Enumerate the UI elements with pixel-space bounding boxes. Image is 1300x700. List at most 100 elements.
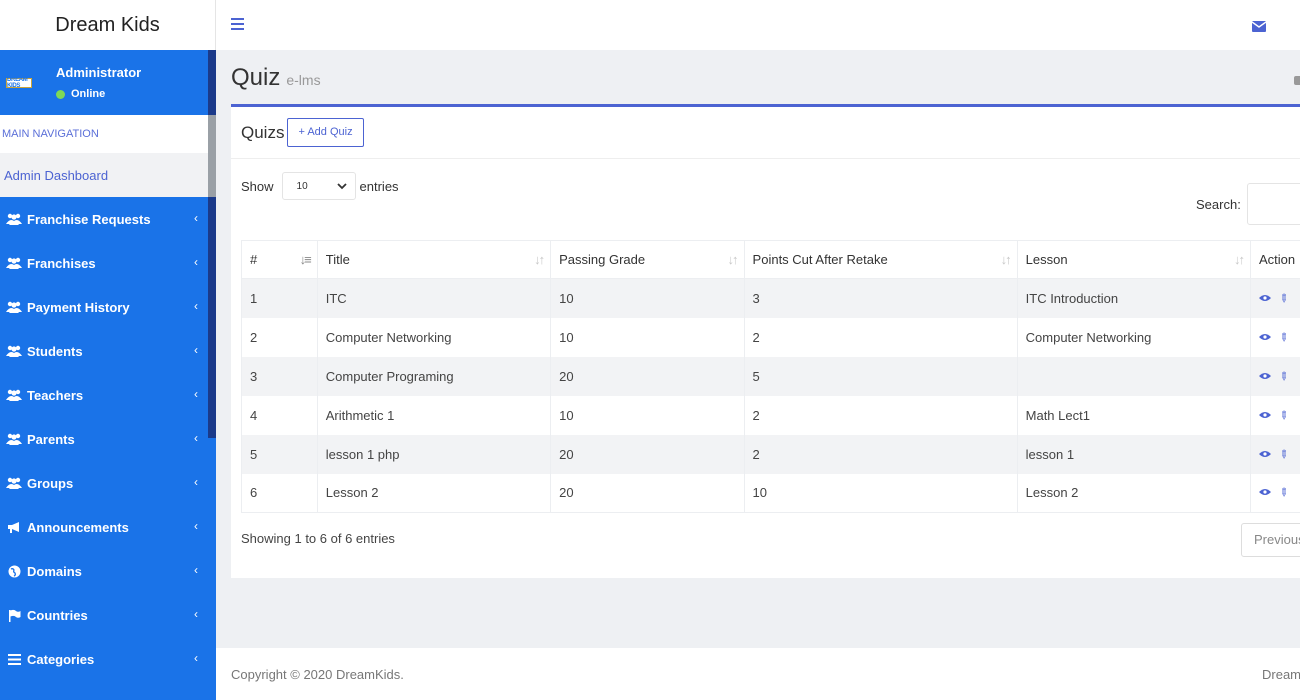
entries-select[interactable]: 10 — [281, 172, 356, 200]
table-row: 2 Computer Networking 10 2 Computer Networki… — [241, 317, 1300, 357]
sidebar-scrollbar[interactable] — [208, 50, 216, 438]
table-cell: 10 — [550, 278, 745, 318]
view-eye-icon[interactable] — [1259, 410, 1271, 422]
chevron-left-icon: ‹ — [194, 519, 198, 533]
box-title: Quizs — [241, 122, 285, 142]
table-cell: 3 — [743, 278, 1018, 318]
action-cell: ✎ — [1250, 395, 1300, 435]
user-name: Administrator — [56, 65, 142, 80]
user-status: Online — [56, 88, 141, 100]
page-title: Quiz e-lms — [231, 64, 321, 91]
sidebar-item-label: Franchise Requests — [27, 211, 151, 227]
scrollbar-thumb[interactable] — [208, 115, 216, 197]
table-cell: 4 — [241, 395, 318, 435]
nav-header: MAIN NAVIGATION — [0, 115, 216, 153]
view-eye-icon[interactable] — [1259, 293, 1271, 305]
content-area: Quiz e-lms Quizs + Add Quiz Show 10 entri… — [216, 50, 1300, 648]
sidebar-item-students[interactable]: Students ‹ — [0, 329, 216, 373]
action-cell: ✎ — [1250, 473, 1300, 513]
action-cell: ✎ — [1250, 317, 1300, 357]
column-header-lesson[interactable]: Lesson ↓↑ — [1016, 240, 1252, 279]
table-cell: ITC Introduction — [1016, 278, 1252, 318]
sidebar-item-label: Payment History — [27, 299, 130, 315]
edit-pencil-icon[interactable]: ✎ — [1276, 446, 1292, 462]
sidebar-item-countries[interactable]: Countries ‹ — [0, 593, 216, 637]
view-eye-icon[interactable] — [1259, 371, 1271, 383]
chevron-left-icon: ‹ — [194, 343, 198, 357]
view-eye-icon[interactable] — [1259, 487, 1271, 499]
table-cell: 3 — [241, 356, 318, 396]
table-cell: 20 — [550, 356, 745, 396]
sort-icon: ↓↑ — [727, 252, 739, 267]
sidebar-item-groups[interactable]: Groups ‹ — [0, 461, 216, 505]
table-cell: 2 — [743, 317, 1018, 357]
footer: Copyright © 2020 DreamKids. DreamKids — [216, 648, 1300, 700]
view-eye-icon[interactable] — [1259, 449, 1271, 461]
sidebar-item-domains[interactable]: Domains ‹ — [0, 549, 216, 593]
sidebar-item-label: Students — [27, 343, 83, 359]
table-info: Showing 1 to 6 of 6 entries — [241, 531, 395, 546]
table-cell: 1 — [241, 278, 318, 318]
edit-pencil-icon[interactable]: ✎ — [1276, 290, 1292, 306]
previous-page-button[interactable]: Previous — [1241, 523, 1300, 557]
table-cell: 10 — [550, 395, 745, 435]
table-row: 1 ITC 10 3 ITC Introduction ✎ — [241, 278, 1300, 318]
column-header-title[interactable]: Title ↓↑ — [316, 240, 552, 279]
length-control: Show 10 entries — [241, 172, 399, 200]
envelope-icon[interactable] — [1251, 19, 1267, 37]
users-icon — [4, 301, 24, 313]
sidebar-item-announcements[interactable]: Announcements ‹ — [0, 505, 216, 549]
table-cell: 5 — [743, 356, 1018, 396]
edit-pencil-icon[interactable]: ✎ — [1276, 485, 1292, 501]
edit-pencil-icon[interactable]: ✎ — [1276, 407, 1292, 423]
column-header-action: Action — [1250, 240, 1300, 279]
bullhorn-icon — [4, 521, 24, 533]
table-cell: Arithmetic 1 — [316, 395, 552, 435]
sidebar-item-payment-history[interactable]: Payment History ‹ — [0, 285, 216, 329]
footer-copyright: Copyright © 2020 DreamKids. — [231, 667, 404, 682]
column-header-points-cut[interactable]: Points Cut After Retake ↓↑ — [743, 240, 1018, 279]
table-cell — [1016, 356, 1252, 396]
sidebar-item-categories[interactable]: Categories ‹ — [0, 637, 216, 681]
view-eye-icon[interactable] — [1259, 332, 1271, 344]
table-cell: 10 — [550, 317, 745, 357]
sidebar-item-label: Franchises — [27, 255, 96, 271]
table-row: 4 Arithmetic 1 10 2 Math Lect1 ✎ — [241, 395, 1300, 435]
action-cell: ✎ — [1250, 434, 1300, 474]
sidebar-item-franchises[interactable]: Franchises ‹ — [0, 241, 216, 285]
table-cell: Computer Networking — [316, 317, 552, 357]
sort-icon: ↓↑ — [1234, 252, 1245, 267]
chevron-left-icon: ‹ — [194, 475, 198, 489]
table-cell: lesson 1 php — [316, 434, 552, 474]
column-header-passing-grade[interactable]: Passing Grade ↓↑ — [550, 240, 745, 279]
add-quiz-button[interactable]: + Add Quiz — [287, 118, 364, 147]
hamburger-menu-icon[interactable] — [231, 18, 244, 33]
chevron-left-icon: ‹ — [194, 563, 198, 577]
sidebar-item-teachers[interactable]: Teachers ‹ — [0, 373, 216, 417]
sort-icon: ↓↑ — [1000, 252, 1012, 267]
table-cell: Computer Programing — [316, 356, 552, 396]
table-cell: Computer Networking — [1016, 317, 1252, 357]
edit-pencil-icon[interactable]: ✎ — [1276, 368, 1292, 384]
sidebar-item-parents[interactable]: Parents ‹ — [0, 417, 216, 461]
edit-pencil-icon[interactable]: ✎ — [1276, 329, 1292, 345]
table-row: 3 Computer Programing 20 5 ✎ — [241, 356, 1300, 396]
users-icon — [4, 213, 24, 225]
table-cell: Lesson 2 — [316, 473, 552, 513]
table-row: 6 Lesson 2 20 10 Lesson 2 ✎ — [241, 473, 1300, 513]
brand-logo[interactable]: Dream Kids — [0, 0, 216, 50]
chevron-left-icon: ‹ — [194, 651, 198, 665]
search-input[interactable] — [1246, 183, 1300, 225]
quiz-box: Quizs + Add Quiz Show 10 entries Search:… — [231, 104, 1300, 578]
sidebar-item-franchise-requests[interactable]: Franchise Requests ‹ — [0, 197, 216, 241]
user-panel: DREAM KIDS Administrator Online — [0, 50, 216, 115]
sidebar-item-label: Categories — [27, 651, 95, 667]
sidebar-item-admin-dashboard[interactable]: Admin Dashboard — [0, 153, 216, 197]
action-cell: ✎ — [1250, 356, 1300, 396]
sidebar-item-label: Announcements — [27, 519, 129, 535]
globe-icon — [4, 565, 24, 578]
column-header-number[interactable]: # ↓≡ — [241, 240, 318, 279]
footer-right-text: DreamKids — [1262, 667, 1300, 682]
chevron-left-icon: ‹ — [194, 255, 198, 269]
print-icon[interactable] — [1294, 76, 1300, 85]
